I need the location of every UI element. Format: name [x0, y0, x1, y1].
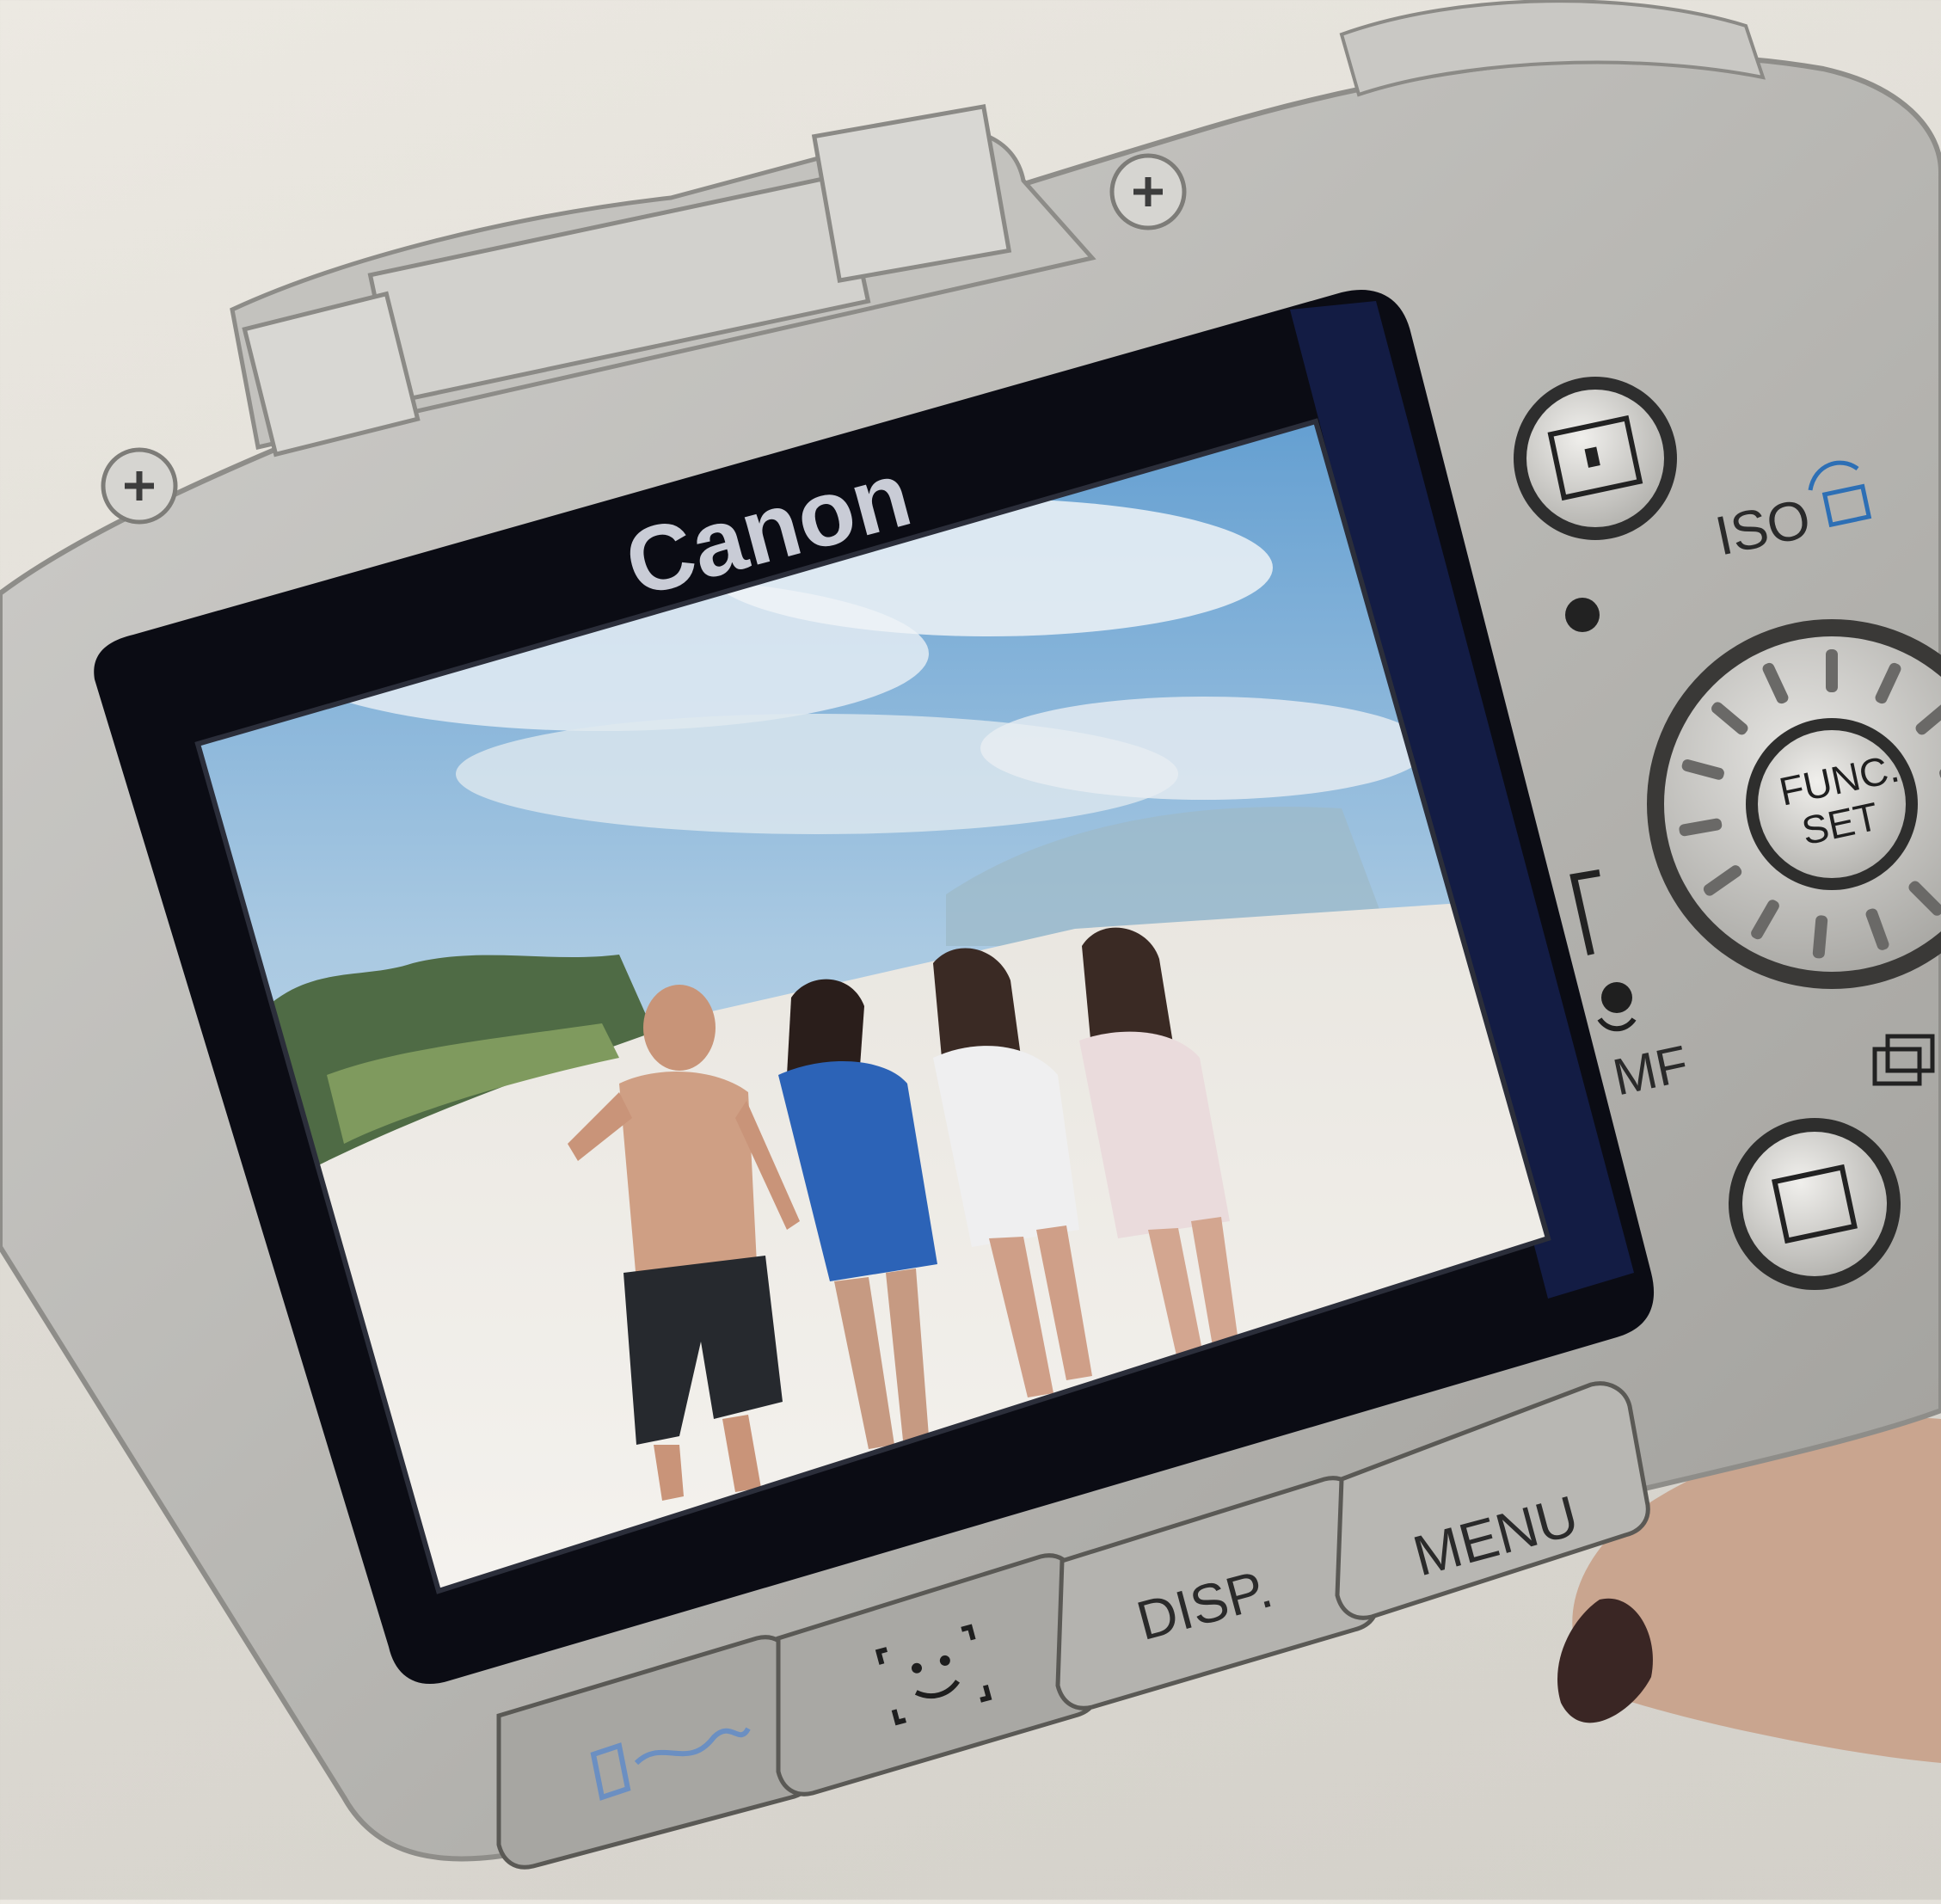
print-share-button[interactable] [1514, 377, 1677, 540]
camera-photo-scene: Canon ISO FUNC. SET MF DISP. MENU [0, 0, 1941, 1900]
screw-icon [1109, 153, 1187, 230]
func-set-button[interactable]: FUNC. SET [1746, 718, 1918, 890]
status-led [1565, 598, 1600, 632]
playback-button[interactable] [1729, 1118, 1901, 1290]
screw-icon [101, 447, 178, 525]
